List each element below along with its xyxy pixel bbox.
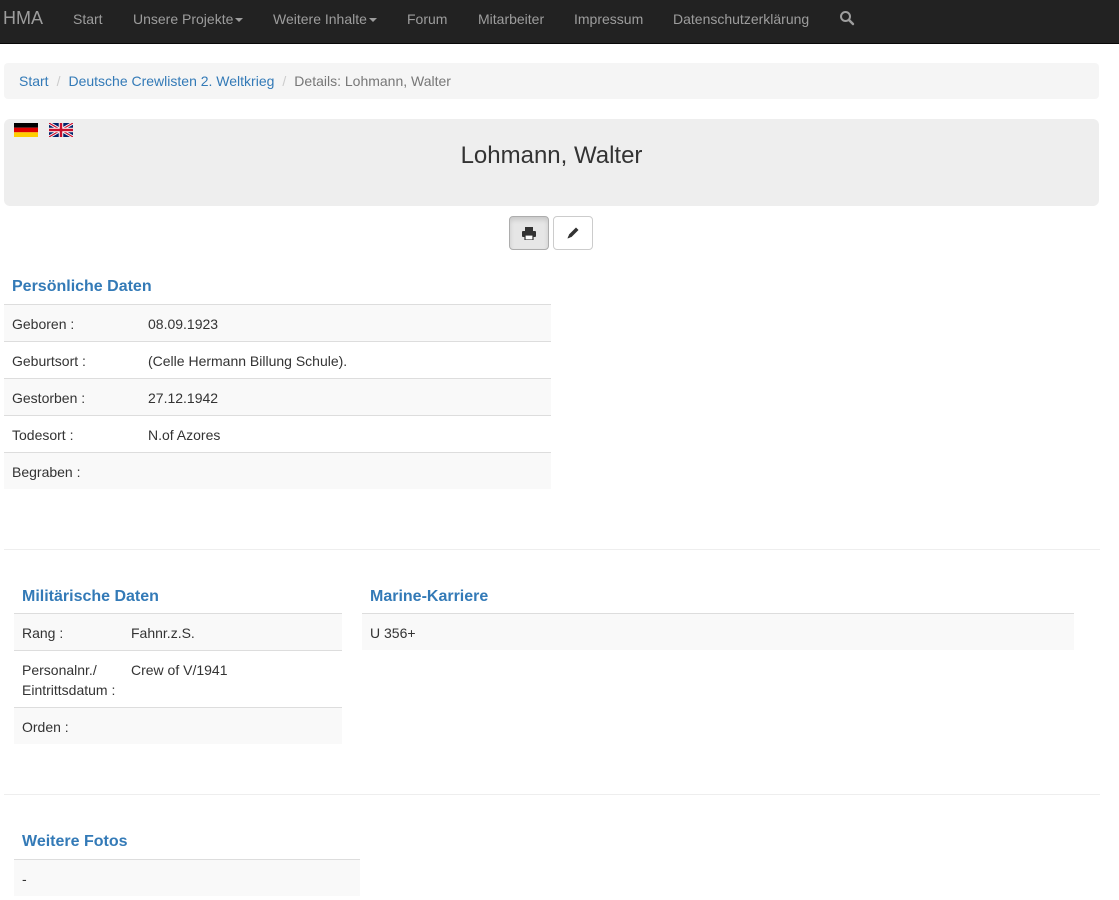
- top-navbar: HMA Start Unsere Projekte Weitere Inhalt…: [0, 0, 1119, 44]
- table-row: U 356+: [362, 613, 1074, 650]
- breadcrumb-separator: /: [56, 73, 61, 89]
- row-label: Begraben :: [12, 464, 81, 480]
- caret-down-icon: [368, 18, 377, 23]
- search-icon[interactable]: [839, 10, 855, 26]
- nav-start[interactable]: Start: [73, 11, 103, 27]
- breadcrumb-current: Details: Lohmann, Walter: [294, 73, 451, 89]
- nav-forum[interactable]: Forum: [407, 11, 447, 27]
- breadcrumb-separator: /: [282, 73, 287, 89]
- breadcrumb-crewlisten[interactable]: Deutsche Crewlisten 2. Weltkrieg: [68, 73, 274, 89]
- table-row: Orden :: [14, 707, 342, 744]
- table-row: Geboren : 08.09.1923: [4, 304, 551, 341]
- more-photos-title: Weitere Fotos: [22, 833, 128, 850]
- edit-button[interactable]: [553, 216, 593, 250]
- table-row: Gestorben : 27.12.1942: [4, 378, 551, 415]
- brand-logo[interactable]: HMA: [3, 8, 43, 28]
- breadcrumb-start[interactable]: Start: [19, 73, 49, 89]
- nav-unsere-projekte-label: Unsere Projekte: [133, 11, 234, 27]
- row-label: Gestorben :: [12, 390, 86, 406]
- nav-weitere-inhalte-label: Weitere Inhalte: [273, 11, 367, 27]
- personal-data-title: Persönliche Daten: [12, 278, 152, 295]
- person-header: Lohmann, Walter: [4, 119, 1099, 206]
- nav-mitarbeiter[interactable]: Mitarbeiter: [478, 11, 544, 27]
- caret-down-icon: [235, 18, 244, 23]
- table-row: Geburtsort : (Celle Hermann Billung Schu…: [4, 341, 551, 378]
- divider: [4, 549, 1100, 550]
- row-value: 08.09.1923: [148, 316, 219, 332]
- divider: [4, 794, 1100, 795]
- german-flag-icon[interactable]: [14, 123, 38, 137]
- marine-career-title: Marine-Karriere: [370, 588, 489, 605]
- row-label: Geboren :: [12, 316, 75, 332]
- breadcrumb: Start / Deutsche Crewlisten 2. Weltkrieg / D…: [4, 63, 1099, 99]
- nav-weitere-inhalte[interactable]: Weitere Inhalte: [273, 11, 377, 27]
- row-value: (Celle Hermann Billung Schule).: [148, 353, 348, 369]
- photos-entry: -: [22, 871, 27, 887]
- row-value: N.of Azores: [148, 427, 221, 443]
- row-label: Eintrittsdatum :: [22, 682, 116, 698]
- british-flag-icon[interactable]: [49, 123, 73, 137]
- table-row: Begraben :: [4, 452, 551, 489]
- row-label: Rang :: [22, 625, 64, 641]
- table-row: Rang : Fahnr.z.S.: [14, 613, 342, 650]
- row-label: Todesort :: [12, 427, 74, 443]
- row-label: Geburtsort :: [12, 353, 86, 369]
- row-value: 27.12.1942: [148, 390, 219, 406]
- print-button[interactable]: [509, 216, 549, 250]
- row-label: Orden :: [22, 719, 69, 735]
- row-value: Fahnr.z.S.: [131, 625, 195, 641]
- pencil-icon: [567, 227, 579, 239]
- table-row: Personalnr./ Eintrittsdatum : Crew of V/…: [14, 650, 342, 707]
- table-row: -: [14, 859, 360, 896]
- nav-impressum[interactable]: Impressum: [574, 11, 643, 27]
- print-icon: [522, 226, 536, 240]
- row-label: Personalnr./: [22, 662, 97, 678]
- nav-unsere-projekte[interactable]: Unsere Projekte: [133, 11, 244, 27]
- military-data-title: Militärische Daten: [22, 588, 159, 605]
- table-row: Todesort : N.of Azores: [4, 415, 551, 452]
- career-entry: U 356+: [370, 625, 416, 641]
- row-value: Crew of V/1941: [131, 662, 228, 678]
- page-title: Lohmann, Walter: [460, 142, 643, 169]
- nav-datenschutz[interactable]: Datenschutzerklärung: [673, 11, 809, 27]
